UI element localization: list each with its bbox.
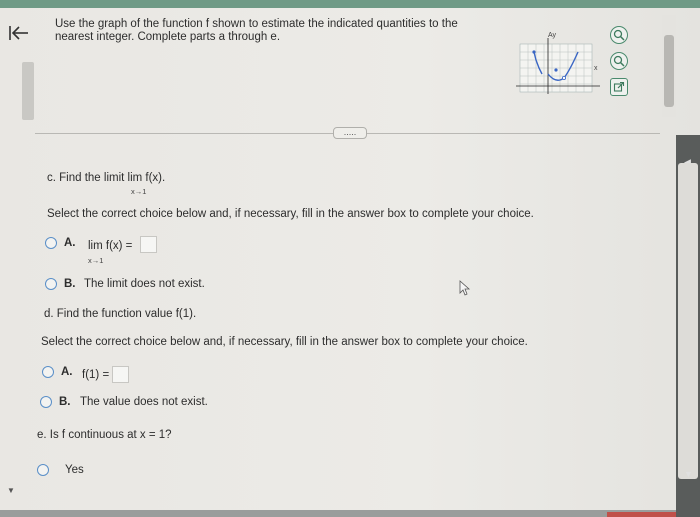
part-c-answer-box[interactable] [140,236,157,253]
part-d-option-b-letter: B. [59,396,71,408]
part-d-option-a-radio[interactable] [42,366,54,378]
part-c-limit-sub: x→1 [131,187,147,196]
graph-thumbnail[interactable]: Ay x [508,30,618,100]
part-d-option-a-text: f(1) = [82,369,110,381]
part-d-option-a-letter: A. [61,366,73,378]
graph-y-label: Ay [548,32,557,39]
bottom-accent-bar [607,512,676,517]
part-c-option-a-letter: A. [64,237,76,249]
instructions-text: Use the graph of the function f shown to… [55,18,458,43]
top-bar [0,0,700,8]
part-c-instruction: Select the correct choice below and, if … [47,208,534,220]
zoom-in-icon[interactable] [610,26,628,44]
part-e-prompt: e. Is f continuous at x = 1? [37,429,172,441]
part-c-option-b-text: The limit does not exist. [84,278,205,290]
scroll-down-arrow-icon[interactable]: ▼ [684,469,693,479]
back-arrow-icon[interactable] [8,24,30,42]
scroll-down-arrow-icon[interactable]: ▼ [7,486,15,495]
page: Use the graph of the function f shown to… [0,0,700,517]
part-d-option-b-radio[interactable] [40,396,52,408]
part-c-option-a-text: lim f(x) = [88,240,133,252]
part-d-instruction: Select the correct choice below and, if … [41,336,528,348]
left-panel-scroll[interactable] [22,62,34,120]
part-c-option-b-letter: B. [64,278,76,290]
main-scrollbar-thumb[interactable] [678,163,698,479]
part-c-option-a-radio[interactable] [45,237,57,249]
mouse-cursor-icon [459,280,471,296]
bottom-strip [0,510,676,517]
part-c-option-a-sub: x→1 [88,256,104,265]
part-e-option-yes-text: Yes [65,464,84,476]
top-scrollbar[interactable] [662,15,676,117]
graph-x-label: x [594,65,598,72]
part-c-option-b-radio[interactable] [45,278,57,290]
part-d-answer-box[interactable] [112,366,129,383]
part-c-prompt: c. Find the limit lim f(x). [47,172,166,184]
part-d-prompt: d. Find the function value f(1). [44,308,197,320]
external-link-icon[interactable] [610,78,628,96]
main-scrollbar[interactable]: ◀ ▼ [676,135,700,517]
top-scrollbar-thumb[interactable] [664,35,674,107]
more-button[interactable]: ..... [333,127,367,139]
zoom-out-icon[interactable] [610,52,628,70]
part-e-option-yes-radio[interactable] [37,464,49,476]
part-d-option-b-text: The value does not exist. [80,396,208,408]
